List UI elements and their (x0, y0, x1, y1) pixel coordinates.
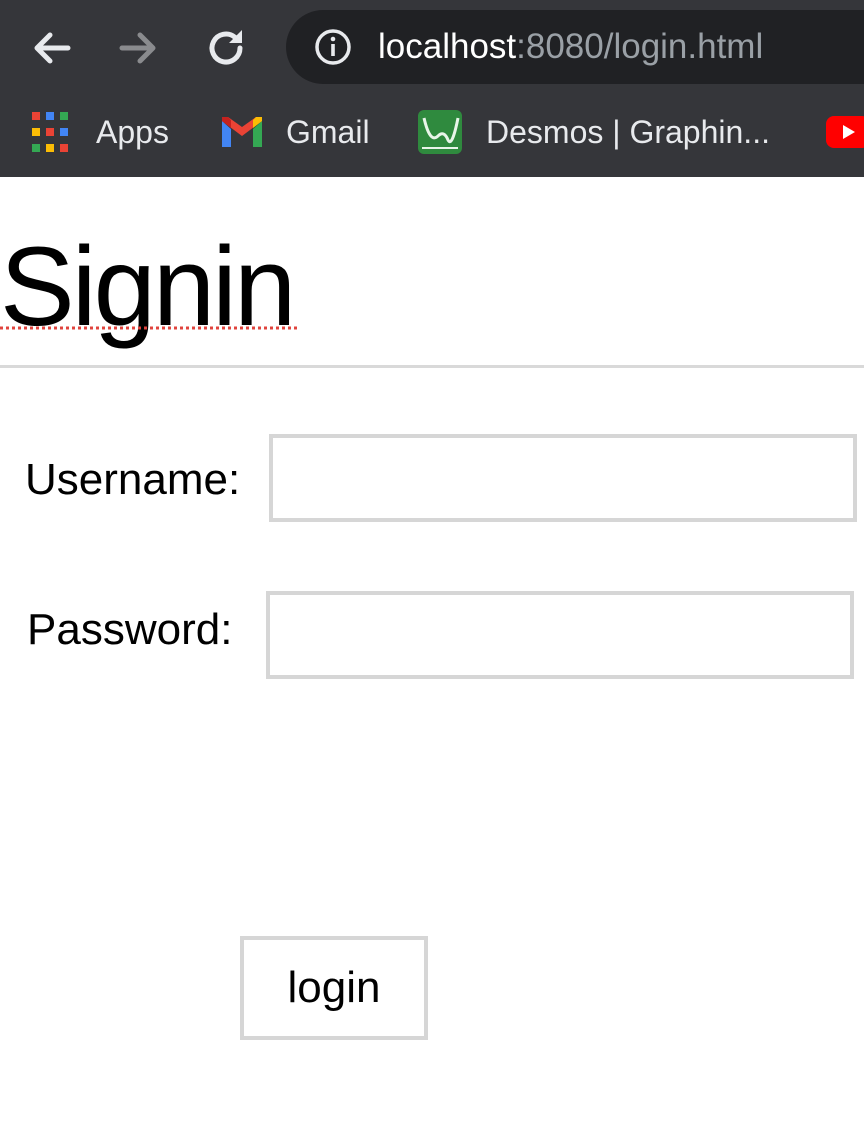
arrow-right-icon (119, 32, 156, 64)
bookmark-youtube[interactable] (826, 96, 864, 168)
bookmark-desmos[interactable]: Desmos | Graphin... (418, 96, 770, 168)
bookmark-label: Desmos | Graphin... (486, 113, 770, 150)
page-title: Signin (0, 224, 296, 349)
password-input[interactable] (266, 591, 854, 679)
reload-button[interactable] (200, 22, 252, 74)
username-label: Username: (25, 455, 241, 504)
youtube-icon (826, 116, 864, 148)
url-host: localhost (378, 27, 517, 66)
bookmark-label: Apps (96, 113, 169, 150)
bookmarks-bar: Apps Gmail Desmos | Graphin... (0, 96, 864, 168)
back-button[interactable] (26, 22, 78, 74)
info-icon[interactable] (314, 28, 352, 66)
desmos-icon (418, 110, 462, 154)
url-path: :8080/login.html (516, 27, 764, 66)
bookmark-label: Gmail (286, 113, 370, 150)
login-button[interactable]: login (240, 936, 428, 1040)
bookmark-gmail[interactable]: Gmail (222, 96, 370, 168)
url-text[interactable]: localhost:8080/login.html (378, 10, 763, 84)
password-label: Password: (27, 605, 233, 654)
bookmark-apps[interactable]: Apps (32, 96, 169, 168)
divider (0, 365, 864, 368)
gmail-icon (222, 117, 262, 147)
forward-button[interactable] (112, 22, 164, 74)
arrow-left-icon (34, 32, 71, 64)
browser-toolbar: localhost:8080/login.html Apps Gmail Des… (0, 0, 864, 177)
username-input[interactable] (269, 434, 857, 522)
reload-icon (209, 30, 243, 65)
apps-grid-icon (32, 112, 68, 152)
address-bar[interactable]: localhost:8080/login.html (286, 10, 864, 84)
spellcheck-underline (0, 326, 298, 330)
